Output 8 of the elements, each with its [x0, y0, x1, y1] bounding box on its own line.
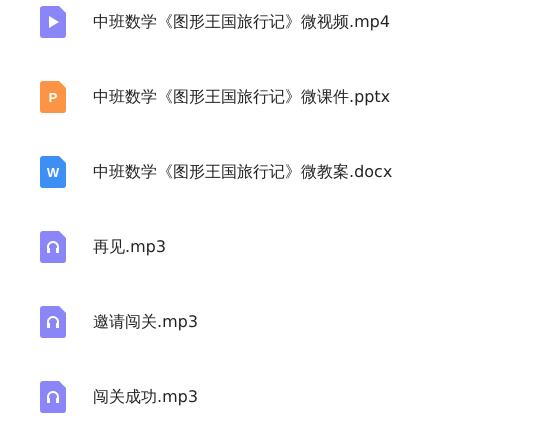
file-name[interactable]: 邀请闯关.mp3 — [93, 312, 198, 332]
file-name[interactable]: 闯关成功.mp3 — [93, 386, 198, 408]
file-name[interactable]: 中班数学《图形王国旅行记》微教案.docx — [93, 162, 392, 182]
document-file-icon: W — [40, 156, 66, 188]
file-name[interactable]: 再见.mp3 — [93, 236, 166, 258]
file-name[interactable]: 中班数学《图形王国旅行记》微视频.mp4 — [93, 12, 390, 32]
slides-file-icon: P — [40, 81, 66, 113]
file-name[interactable]: 中班数学《图形王国旅行记》微课件.pptx — [93, 86, 390, 108]
